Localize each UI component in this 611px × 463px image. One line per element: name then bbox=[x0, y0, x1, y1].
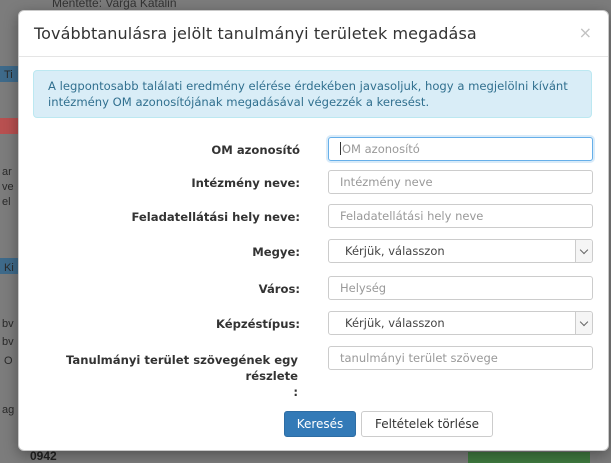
bg-fragment: Ti bbox=[4, 69, 13, 81]
study-area-label-line1: Tanulmányi terület szövegének egy bbox=[65, 353, 298, 367]
county-select-value: Kérjük, válasszon bbox=[345, 244, 445, 258]
institution-input[interactable]: Intézmény neve bbox=[328, 170, 593, 194]
bg-fragment: ve bbox=[2, 181, 14, 193]
close-icon[interactable]: × bbox=[579, 23, 592, 42]
bg-fragment: ag bbox=[2, 404, 15, 416]
bg-fragment: ar bbox=[2, 166, 12, 178]
clear-filters-button[interactable]: Feltételek törlése bbox=[361, 411, 493, 437]
training-type-label: Képzéstípus: bbox=[215, 317, 300, 331]
training-type-select-value: Kérjük, válasszon bbox=[345, 316, 445, 330]
institution-label: Intézmény neve: bbox=[191, 176, 300, 190]
bg-fragment: bv bbox=[2, 318, 14, 330]
text-cursor bbox=[340, 142, 341, 155]
bg-fragment: bv bbox=[2, 336, 14, 348]
bg-number: 0942 bbox=[30, 449, 57, 463]
training-type-select[interactable]: Kérjük, válasszon bbox=[328, 311, 593, 335]
city-input[interactable]: Helység bbox=[328, 276, 593, 300]
bg-green-button bbox=[468, 452, 590, 463]
saved-by-text: Mentette: Varga Katalin bbox=[52, 0, 177, 10]
study-area-label-line3: : bbox=[293, 385, 298, 399]
city-label: Város: bbox=[258, 282, 300, 296]
modal-header: Továbbtanulásra jelölt tanulmányi terüle… bbox=[19, 11, 608, 57]
study-area-label-line2: részlete bbox=[245, 369, 298, 383]
chevron-down-icon bbox=[575, 240, 592, 262]
county-label: Megye: bbox=[252, 245, 300, 259]
bg-fragment: Ki bbox=[4, 262, 14, 274]
study-area-input[interactable]: tanulmányi terület szövege bbox=[328, 346, 593, 370]
search-modal: Továbbtanulásra jelölt tanulmányi terüle… bbox=[18, 10, 609, 451]
study-area-label: Tanulmányi terület szövegének egy részle… bbox=[28, 352, 298, 400]
info-alert: A legpontosabb találati eredmény elérése… bbox=[33, 70, 592, 118]
om-input[interactable]: OM azonosító bbox=[328, 137, 593, 161]
bg-fragment: el bbox=[2, 196, 11, 208]
om-placeholder: OM azonosító bbox=[342, 142, 420, 156]
om-label: OM azonosító bbox=[211, 143, 300, 157]
county-select[interactable]: Kérjük, válasszon bbox=[328, 239, 593, 263]
site-input[interactable]: Feladatellátási hely neve bbox=[328, 204, 593, 228]
chevron-down-icon bbox=[575, 312, 592, 334]
modal-title: Továbbtanulásra jelölt tanulmányi terüle… bbox=[34, 24, 477, 43]
bg-fragment: O bbox=[4, 355, 13, 367]
site-label: Feladatellátási hely neve: bbox=[131, 210, 300, 224]
search-button[interactable]: Keresés bbox=[284, 411, 356, 437]
